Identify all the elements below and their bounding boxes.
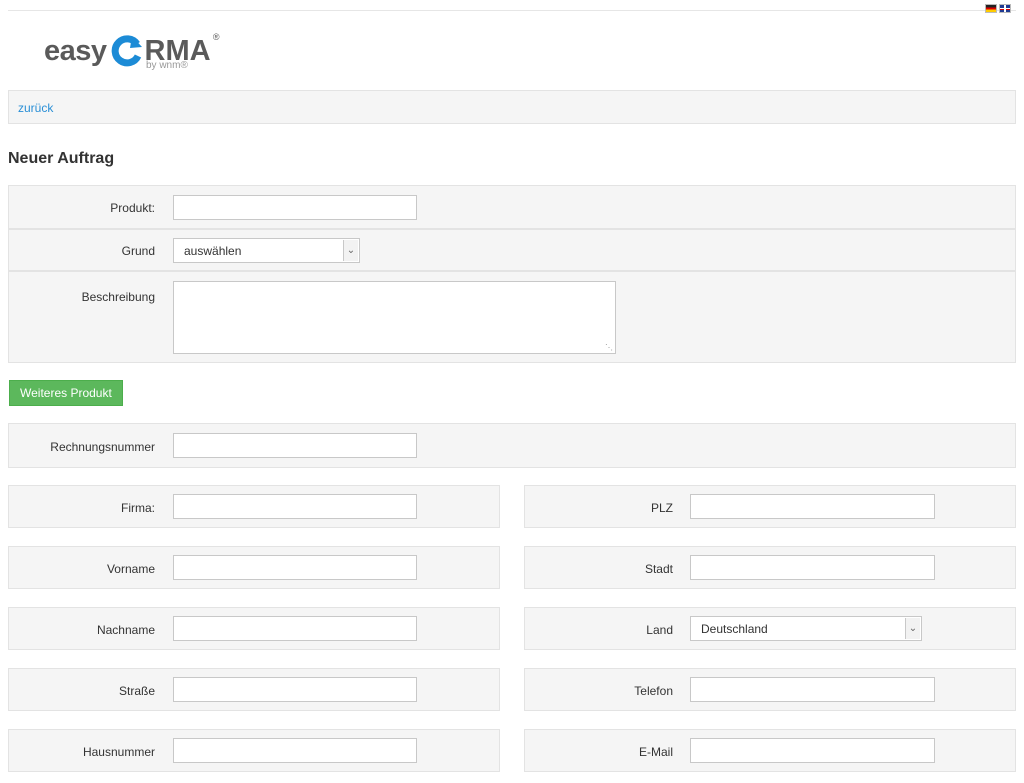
strasse-input[interactable] (173, 677, 417, 702)
land-select[interactable]: Deutschland ⌄ (690, 616, 922, 641)
plz-input[interactable] (690, 494, 935, 519)
plz-label: PLZ (650, 501, 673, 515)
rechnungsnummer-input[interactable] (173, 433, 417, 458)
weiteres-produkt-button[interactable]: Weiteres Produkt (9, 380, 123, 406)
telefon-row: Telefon (524, 668, 1016, 711)
logo-registered-mark: ® (212, 32, 220, 42)
back-bar: zurück (8, 90, 1016, 124)
grund-selected-value: auswählen (184, 244, 242, 258)
stadt-row: Stadt (524, 546, 1016, 589)
email-label: E-Mail (638, 745, 673, 759)
resize-grip-icon[interactable]: ⋱ (605, 344, 613, 352)
chevron-down-icon: ⌄ (905, 618, 920, 639)
grund-label: Grund (121, 244, 155, 258)
beschreibung-textarea[interactable]: ⋱ (173, 281, 616, 354)
strasse-row: Straße (8, 668, 500, 711)
language-switcher (985, 4, 1011, 13)
logo: easy RMA ® by wnm® (44, 26, 220, 74)
chevron-down-icon: ⌄ (343, 240, 358, 261)
firma-input[interactable] (173, 494, 417, 519)
land-selected-value: Deutschland (701, 622, 768, 636)
rechnungsnummer-label: Rechnungsnummer (50, 440, 155, 454)
nachname-label: Nachname (96, 623, 155, 637)
telefon-input[interactable] (690, 677, 935, 702)
hausnummer-input[interactable] (173, 738, 417, 763)
vorname-input[interactable] (173, 555, 417, 580)
email-input[interactable] (690, 738, 935, 763)
refresh-logo-icon (111, 35, 142, 67)
logo-easy-text: easy (44, 35, 107, 67)
rechnungsnummer-row: Rechnungsnummer (8, 423, 1016, 468)
strasse-label: Straße (118, 684, 155, 698)
nachname-input[interactable] (173, 616, 417, 641)
plz-row: PLZ (524, 485, 1016, 528)
page-title: Neuer Auftrag (8, 150, 115, 167)
logo-by-wnm: by wnm® (146, 60, 188, 71)
grund-row: Grund auswählen ⌄ (8, 229, 1016, 271)
hausnummer-label: Hausnummer (82, 745, 155, 759)
stadt-input[interactable] (690, 555, 935, 580)
flag-uk-icon[interactable] (999, 4, 1011, 13)
hausnummer-row: Hausnummer (8, 729, 500, 772)
land-label: Land (646, 623, 673, 637)
email-row: E-Mail (524, 729, 1016, 772)
beschreibung-label: Beschreibung (81, 290, 155, 304)
vorname-label: Vorname (106, 562, 155, 576)
grund-select[interactable]: auswählen ⌄ (173, 238, 360, 263)
flag-de-icon[interactable] (985, 4, 997, 13)
produkt-label: Produkt: (110, 201, 155, 215)
firma-row: Firma: (8, 485, 500, 528)
land-row: Land Deutschland ⌄ (524, 607, 1016, 650)
produkt-row: Produkt: (8, 185, 1016, 229)
firma-label: Firma: (121, 501, 155, 515)
nachname-row: Nachname (8, 607, 500, 650)
top-divider (8, 10, 1016, 11)
stadt-label: Stadt (644, 562, 673, 576)
produkt-input[interactable] (173, 195, 417, 220)
telefon-label: Telefon (634, 684, 673, 698)
beschreibung-row: Beschreibung ⋱ (8, 271, 1016, 363)
back-link[interactable]: zurück (18, 101, 53, 115)
vorname-row: Vorname (8, 546, 500, 589)
